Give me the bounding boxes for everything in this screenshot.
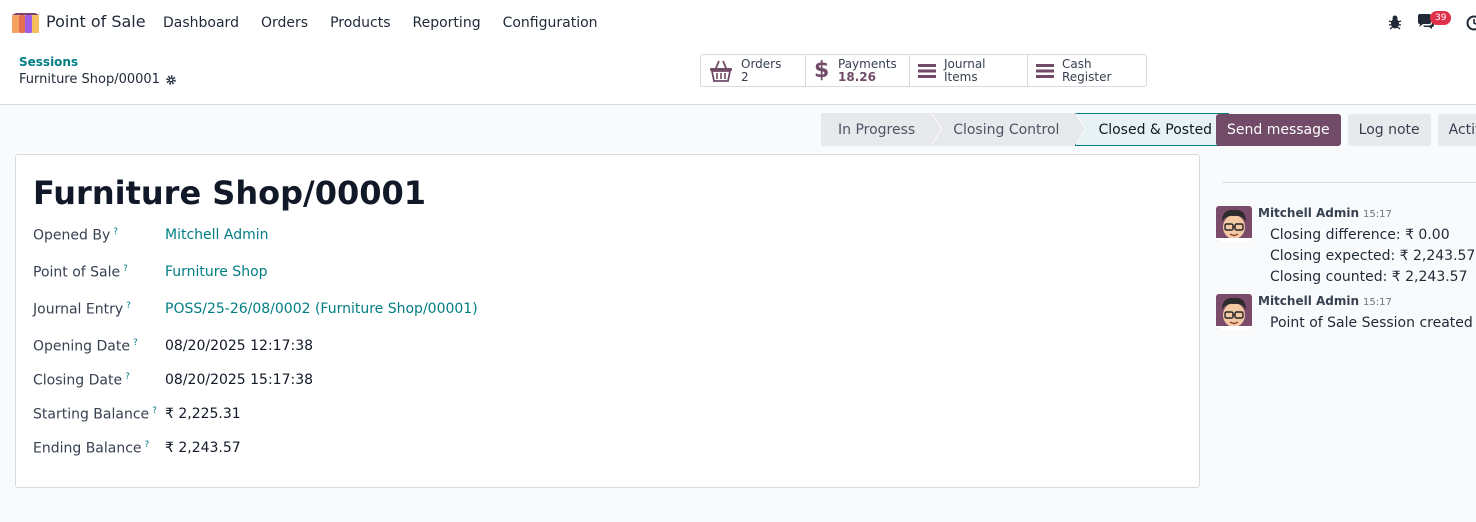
field-label: Starting Balance (33, 406, 150, 423)
message-body-line: Closing difference: ₹ 0.00 (1270, 227, 1450, 243)
payments-amount: 18.26 (838, 70, 876, 84)
orders-smart-button[interactable]: Orders 2 (701, 55, 806, 86)
orders-count: 2 (741, 69, 749, 84)
messages-count-badge: 39 (1430, 11, 1452, 25)
message-author[interactable]: Mitchell Admin (1258, 294, 1359, 308)
main-menu: Dashboard Orders Products Reporting Conf… (163, 15, 598, 31)
field-label: Closing Date (33, 372, 123, 389)
activities-button[interactable]: Activiti (1437, 114, 1476, 146)
stage-closing-control[interactable]: Closing Control (931, 113, 1087, 146)
journal-entry-value[interactable]: POSS/25-26/08/0002 (Furniture Shop/00001… (165, 301, 478, 317)
help-tooltip-icon[interactable]: ? (123, 264, 128, 274)
top-navbar: Point of Sale Dashboard Orders Products … (0, 0, 1476, 46)
breadcrumb-current: Furniture Shop/00001 (19, 72, 177, 87)
message-body-line: Closing expected: ₹ 2,243.57 (1270, 248, 1476, 264)
session-status-bar: In Progress Closing Control Closed & Pos… (821, 113, 1230, 146)
orders-label: Orders (741, 56, 782, 71)
cash-register-label: Cash Register (1062, 56, 1112, 84)
debug-bug-icon[interactable] (1387, 14, 1403, 30)
field-label: Opened By (33, 227, 111, 244)
activity-clock-icon[interactable] (1466, 15, 1476, 31)
starting-balance-value: ₹ 2,225.31 (165, 406, 241, 422)
help-tooltip-icon[interactable]: ? (113, 227, 118, 237)
journal-items-label: Journal Items (944, 56, 986, 84)
app-name[interactable]: Point of Sale (46, 12, 146, 31)
stage-label: Closed & Posted (1098, 121, 1213, 138)
list-bars-icon (918, 63, 936, 78)
message-body-line: Point of Sale Session created (1270, 315, 1473, 331)
closing-date-value: 08/20/2025 15:17:38 (165, 372, 314, 388)
gear-icon[interactable] (165, 74, 177, 86)
menu-reporting[interactable]: Reporting (413, 15, 481, 31)
message-time: 15:17 (1363, 297, 1392, 308)
message-author[interactable]: Mitchell Admin (1258, 206, 1359, 220)
stage-in-progress[interactable]: In Progress (821, 113, 943, 146)
help-tooltip-icon[interactable]: ? (126, 301, 131, 311)
menu-products[interactable]: Products (330, 15, 390, 31)
cash-register-smart-button[interactable]: Cash Register (1028, 55, 1146, 86)
dollar-icon: $ (814, 58, 830, 83)
record-name: Furniture Shop/00001 (19, 72, 160, 87)
form-sheet: Furniture Shop/00001 Opened By? Mitchell… (15, 154, 1200, 488)
list-bars-icon (1036, 63, 1054, 78)
log-note-button[interactable]: Log note (1347, 114, 1431, 146)
avatar[interactable] (1216, 294, 1252, 330)
session-title: Furniture Shop/00001 (33, 174, 427, 212)
chatter-divider (1222, 182, 1476, 183)
control-panel: Sessions Furniture Shop/00001 Orders 2 $… (0, 46, 1476, 105)
chatter-topbar: Send message Log note Activiti (1216, 114, 1476, 146)
help-tooltip-icon[interactable]: ? (125, 372, 130, 382)
menu-configuration[interactable]: Configuration (503, 15, 598, 31)
menu-orders[interactable]: Orders (261, 15, 308, 31)
stage-label: In Progress (838, 121, 916, 138)
field-label: Opening Date (33, 338, 130, 355)
ending-balance-value: ₹ 2,243.57 (165, 440, 241, 456)
smart-buttons: Orders 2 $ Payments 18.26 Journal Items … (700, 54, 1147, 87)
field-label: Point of Sale (33, 264, 121, 281)
journal-items-smart-button[interactable]: Journal Items (910, 55, 1028, 86)
stage-label: Closing Control (953, 121, 1060, 138)
opened-by-value[interactable]: Mitchell Admin (165, 227, 269, 243)
field-label: Ending Balance (33, 440, 142, 457)
help-tooltip-icon[interactable]: ? (133, 338, 138, 348)
point-of-sale-logo-icon[interactable] (12, 13, 39, 33)
field-label: Journal Entry (33, 301, 124, 318)
opening-date-value: 08/20/2025 12:17:38 (165, 338, 314, 354)
send-message-button[interactable]: Send message (1216, 114, 1341, 146)
avatar[interactable] (1216, 206, 1252, 242)
message-body-line: Closing counted: ₹ 2,243.57 (1270, 269, 1468, 285)
breadcrumb-sessions[interactable]: Sessions (19, 55, 78, 69)
basket-icon (709, 60, 733, 82)
stage-closed-posted[interactable]: Closed & Posted (1075, 113, 1230, 146)
menu-dashboard[interactable]: Dashboard (163, 15, 239, 31)
message-time: 15:17 (1363, 209, 1392, 220)
help-tooltip-icon[interactable]: ? (152, 406, 157, 416)
point-of-sale-value[interactable]: Furniture Shop (165, 264, 268, 280)
help-tooltip-icon[interactable]: ? (145, 440, 150, 450)
payments-smart-button[interactable]: $ Payments 18.26 (806, 55, 910, 86)
